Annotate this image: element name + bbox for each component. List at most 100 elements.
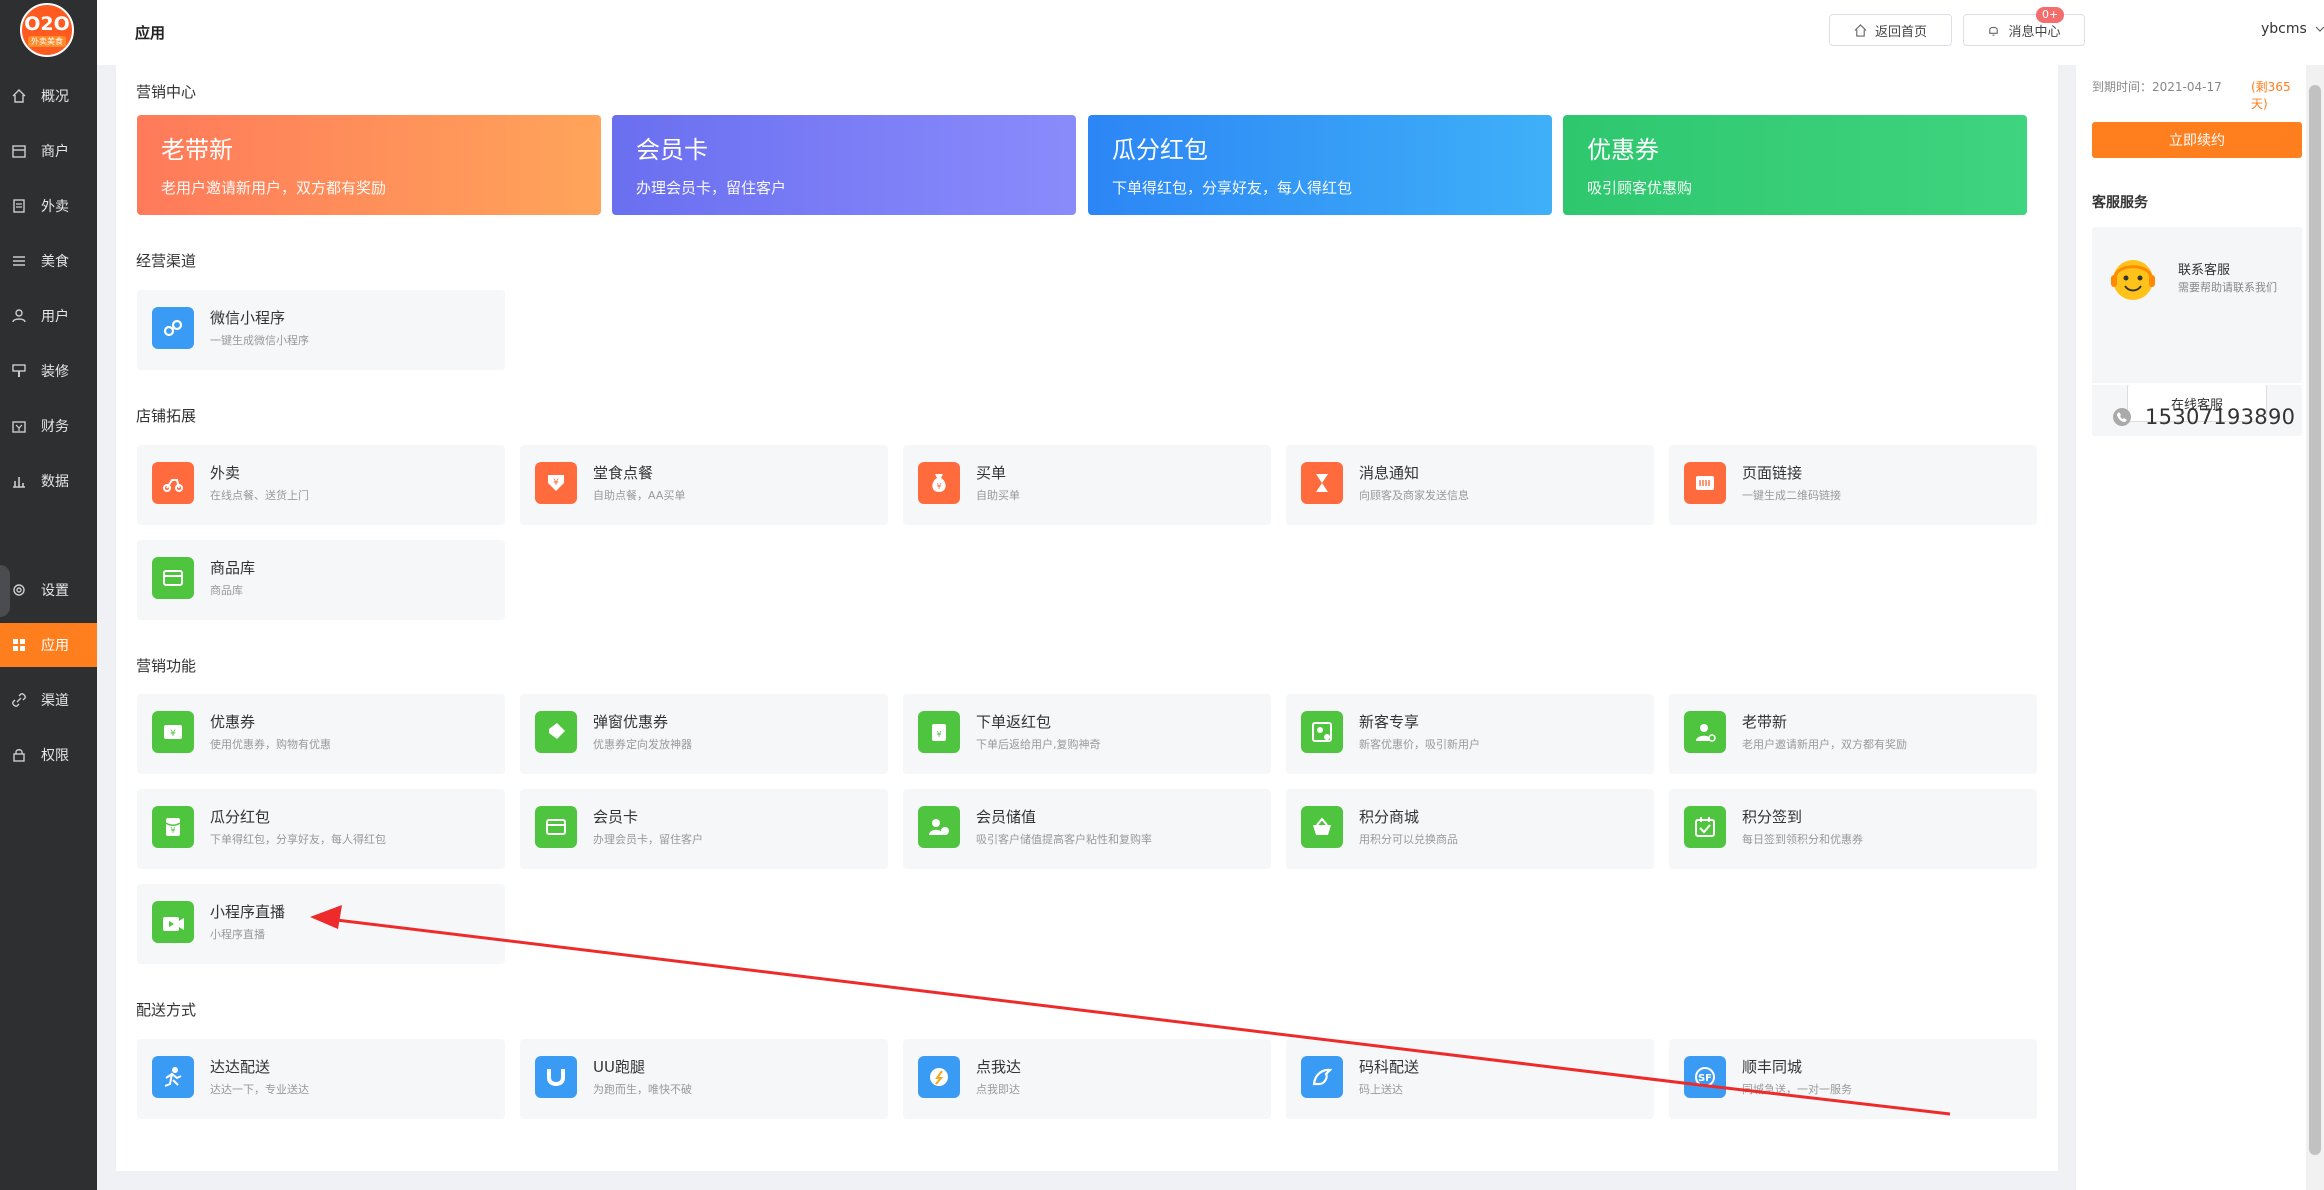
card-desc: 每日签到领积分和优惠券: [1742, 833, 1863, 846]
back-home-button[interactable]: 返回首页: [1829, 14, 1952, 46]
phone-number: 15307193890: [2145, 405, 2296, 429]
yen-tag-icon: ¥: [535, 462, 577, 504]
app-card-notification[interactable]: 消息通知 向顾客及商家发送信息: [1286, 445, 1654, 525]
app-card-popup-coupon[interactable]: 弹窗优惠券 优惠券定向发放神器: [520, 694, 888, 774]
sidebar-item-takeout[interactable]: 外卖: [0, 184, 97, 228]
app-card-takeout[interactable]: 外卖 在线点餐、送货上门: [137, 445, 505, 525]
card-desc: 吸引客户储值提高客户粘性和复购率: [976, 833, 1152, 846]
sidebar-item-finance[interactable]: 财务: [0, 404, 97, 448]
app-card-miniprogram-live[interactable]: 小程序直播 小程序直播: [137, 884, 505, 964]
app-card-member-stored-value[interactable]: 会员储值 吸引客户储值提高客户粘性和复购率: [903, 789, 1271, 869]
message-center-label: 消息中心: [2008, 23, 2061, 39]
bell-icon: [1989, 26, 1999, 36]
app-card-page-link[interactable]: 页面链接 一键生成二维码链接: [1669, 445, 2037, 525]
sf-logo-icon: SF: [1684, 1056, 1726, 1098]
right-panel: 到期时间：2021-04-17 (剩365天) 立即续约 客服服务 联系客服 需…: [2076, 65, 2306, 1190]
main-panel: 营销中心 老带新 老用户邀请新用户，双方都有奖励 会员卡 办理会员卡，留住客户 …: [116, 65, 2058, 1171]
users-money-icon: [918, 806, 960, 848]
app-card-coupon[interactable]: ¥ 优惠券 使用优惠券，购物有优惠: [137, 694, 505, 774]
sidebar-item-settings[interactable]: 设置: [0, 568, 97, 612]
sidebar-item-label: 渠道: [41, 693, 69, 709]
service-title: 客服服务: [2092, 195, 2148, 211]
message-center-button[interactable]: 消息中心: [1963, 14, 2085, 46]
card-desc: 优惠券定向发放神器: [593, 738, 692, 751]
app-card-points-checkin[interactable]: 积分签到 每日签到领积分和优惠券: [1669, 789, 2037, 869]
sidebar-item-food[interactable]: 美食: [0, 239, 97, 283]
app-card-split-red-packet[interactable]: ¥ 瓜分红包 下单得红包，分享好友，每人得红包: [137, 789, 505, 869]
expire-days-left: (剩365天): [2251, 80, 2291, 111]
card-title: 会员卡: [593, 808, 639, 826]
card-desc: 老用户邀请新用户，双方都有奖励: [1742, 738, 1907, 751]
card-desc: 下单后返给用户,复购神奇: [976, 738, 1101, 751]
page-link-icon: [1684, 462, 1726, 504]
banner-red-packet[interactable]: 瓜分红包 下单得红包，分享好友，每人得红包: [1088, 115, 1552, 215]
member-card-icon: [535, 806, 577, 848]
card-desc: 下单得红包，分享好友，每人得红包: [210, 833, 386, 846]
link-icon: [12, 693, 26, 707]
sidebar-item-user[interactable]: 用户: [0, 294, 97, 338]
sidebar-item-channel[interactable]: 渠道: [0, 678, 97, 722]
app-card-uu-errand[interactable]: UU跑腿 为跑而生，唯快不破: [520, 1039, 888, 1119]
calendar-check-icon: [1684, 806, 1726, 848]
card-desc: 使用优惠券，购物有优惠: [210, 738, 331, 751]
renew-button[interactable]: 立即续约: [2092, 122, 2302, 158]
section-title-marketing-center: 营销中心: [136, 83, 197, 101]
sidebar-item-decorate[interactable]: 装修: [0, 349, 97, 393]
gear-icon: [13, 584, 25, 596]
sidebar-item-label: 外卖: [41, 199, 69, 215]
sidebar-item-label: 美食: [41, 254, 69, 270]
sidebar-item-data[interactable]: 数据: [0, 459, 97, 503]
service-phone: 15307193890: [2112, 405, 2295, 429]
app-card-dine-in[interactable]: ¥ 堂食点餐 自助点餐，AA买单: [520, 445, 888, 525]
card-desc: 小程序直播: [210, 928, 265, 941]
sidebar-item-label: 用户: [41, 309, 69, 325]
section-title-marketing-functions: 营销功能: [136, 657, 197, 675]
card-title: 商品库: [210, 559, 256, 577]
contact-service-desc: 需要帮助请联系我们: [2178, 281, 2277, 294]
app-card-dianwoda[interactable]: 点我达 点我即达: [903, 1039, 1271, 1119]
logo[interactable]: O2O 外卖美食: [20, 3, 74, 57]
logo-subtext: 外卖美食: [28, 35, 66, 47]
sidebar-item-label: 权限: [41, 748, 69, 764]
section-title-store-extension: 店铺拓展: [136, 407, 197, 425]
back-home-label: 返回首页: [1874, 23, 1927, 39]
app-card-wechat-miniprogram[interactable]: 微信小程序 一键生成微信小程序: [137, 290, 505, 370]
paint-icon: [12, 364, 26, 377]
scrollbar-thumb[interactable]: [2309, 85, 2321, 1155]
sidebar-item-permission[interactable]: 权限: [0, 733, 97, 777]
sidebar-item-merchant[interactable]: 商户: [0, 129, 97, 173]
card-wallet-icon: [152, 557, 194, 599]
app-card-member-card[interactable]: 会员卡 办理会员卡，留住客户: [520, 789, 888, 869]
app-card-sf-express[interactable]: SF 顺丰同城 同城急送，一对一服务: [1669, 1039, 2037, 1119]
banner-referral[interactable]: 老带新 老用户邀请新用户，双方都有奖励: [137, 115, 601, 215]
user-menu[interactable]: ybcms: [2261, 21, 2324, 37]
page-scrollbar[interactable]: [2306, 65, 2324, 1190]
sidebar-item-overview[interactable]: 概况: [0, 74, 97, 118]
card-desc: 一键生成微信小程序: [210, 334, 309, 347]
runner-icon: [152, 1056, 194, 1098]
banner-member-card[interactable]: 会员卡 办理会员卡，留住客户: [612, 115, 1076, 215]
sidebar-item-label: 概况: [41, 89, 69, 105]
app-card-referral[interactable]: 老带新 老用户邀请新用户，双方都有奖励: [1669, 694, 2037, 774]
banner-coupon[interactable]: 优惠券 吸引顾客优惠购: [1563, 115, 2027, 215]
banner-desc: 下单得红包，分享好友，每人得红包: [1112, 179, 1353, 197]
card-desc: 自助买单: [976, 489, 1020, 502]
app-card-new-customer[interactable]: 新客专享 新客优惠价，吸引新用户: [1286, 694, 1654, 774]
sidebar-item-apps[interactable]: 应用: [0, 623, 97, 667]
app-card-points-mall[interactable]: 积分商城 用积分可以兑换商品: [1286, 789, 1654, 869]
app-card-make-delivery[interactable]: 码科配送 码上送达: [1286, 1039, 1654, 1119]
bird-icon: [1301, 1056, 1343, 1098]
app-card-pay-bill[interactable]: ¥ 买单 自助买单: [903, 445, 1271, 525]
top-header: 应用 返回首页 消息中心 0+ ybcms: [97, 0, 2324, 65]
hourglass-icon: [1301, 462, 1343, 504]
app-card-order-red-packet[interactable]: ¥ 下单返红包 下单后返给用户,复购神奇: [903, 694, 1271, 774]
svg-text:SF: SF: [1698, 1073, 1712, 1084]
card-title: 积分签到: [1742, 808, 1803, 826]
coupon-icon: ¥: [152, 711, 194, 753]
magnet-icon: [535, 1056, 577, 1098]
card-desc: 达达一下，专业送达: [210, 1083, 309, 1096]
app-card-product-library[interactable]: 商品库 商品库: [137, 540, 505, 620]
app-card-dada-delivery[interactable]: 达达配送 达达一下，专业送达: [137, 1039, 505, 1119]
home-icon: [12, 89, 26, 103]
sidebar-item-label: 数据: [41, 474, 69, 490]
